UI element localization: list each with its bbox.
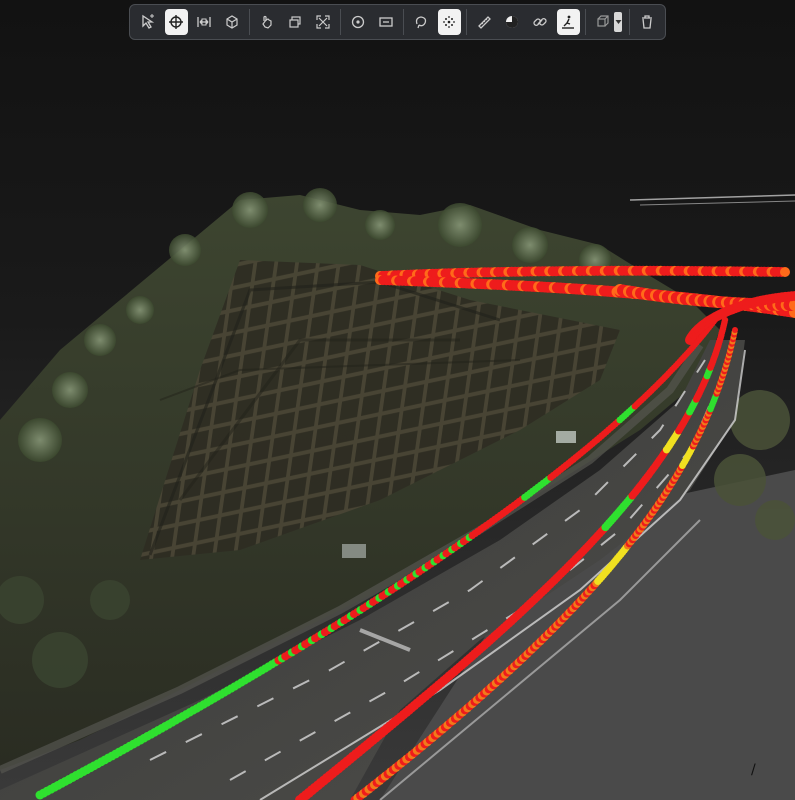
link-tool-button[interactable] (529, 9, 552, 35)
point-cloud-viewport[interactable]: / (0, 0, 795, 800)
point-tool-button[interactable] (347, 9, 370, 35)
point-cloud-scene[interactable] (0, 0, 795, 800)
road-sign (556, 431, 576, 443)
viewer-toolbar (129, 4, 666, 40)
view-cube-icon (595, 14, 611, 30)
fullscreen-tool-button[interactable] (312, 9, 335, 35)
delete-tool-button[interactable] (636, 9, 659, 35)
label-box-icon (378, 14, 394, 30)
path-tool-button[interactable] (556, 9, 580, 35)
chevron-down-icon (615, 20, 622, 24)
layers-tool-button[interactable] (284, 9, 307, 35)
trash-icon (639, 14, 655, 30)
toolbar-separator (403, 9, 405, 35)
lasso-tool-button[interactable] (410, 9, 433, 35)
select-arrow-icon (140, 14, 156, 30)
hand-pointer-icon (259, 14, 275, 30)
point-cloud-tool-button[interactable] (437, 9, 461, 35)
view-cube-tool-button[interactable] (592, 9, 615, 35)
orbit-tool-button[interactable] (164, 9, 188, 35)
corner-mark: / (751, 762, 756, 778)
ruler-icon (476, 14, 492, 30)
fit-width-tool-button[interactable] (193, 9, 216, 35)
label-tool-button[interactable] (375, 9, 398, 35)
layers-icon (287, 14, 303, 30)
point-cloud-icon (441, 14, 457, 30)
toolbar-separator (466, 9, 468, 35)
cube-icon (224, 14, 240, 30)
target-point-icon (350, 14, 366, 30)
fit-width-icon (196, 14, 212, 30)
toolbar-separator (340, 9, 342, 35)
lasso-icon (413, 14, 429, 30)
view-cube-dropdown-caret[interactable] (614, 12, 623, 32)
expand-icon (315, 14, 331, 30)
orbit-crosshair-icon (168, 14, 184, 30)
road-sign (342, 544, 366, 558)
toolbar-separator (585, 9, 587, 35)
toolbar-separator (629, 9, 631, 35)
link-icon (532, 14, 548, 30)
select-tool-button[interactable] (137, 9, 160, 35)
track-point (732, 327, 738, 333)
toolbar-separator (249, 9, 251, 35)
box-view-tool-button[interactable] (221, 9, 244, 35)
color-mode-tool-button[interactable] (501, 9, 524, 35)
measure-tool-button[interactable] (473, 9, 496, 35)
track-point (780, 267, 790, 277)
pan-tool-button[interactable] (256, 9, 279, 35)
path-person-icon (560, 14, 576, 30)
half-circle-icon (504, 14, 520, 30)
